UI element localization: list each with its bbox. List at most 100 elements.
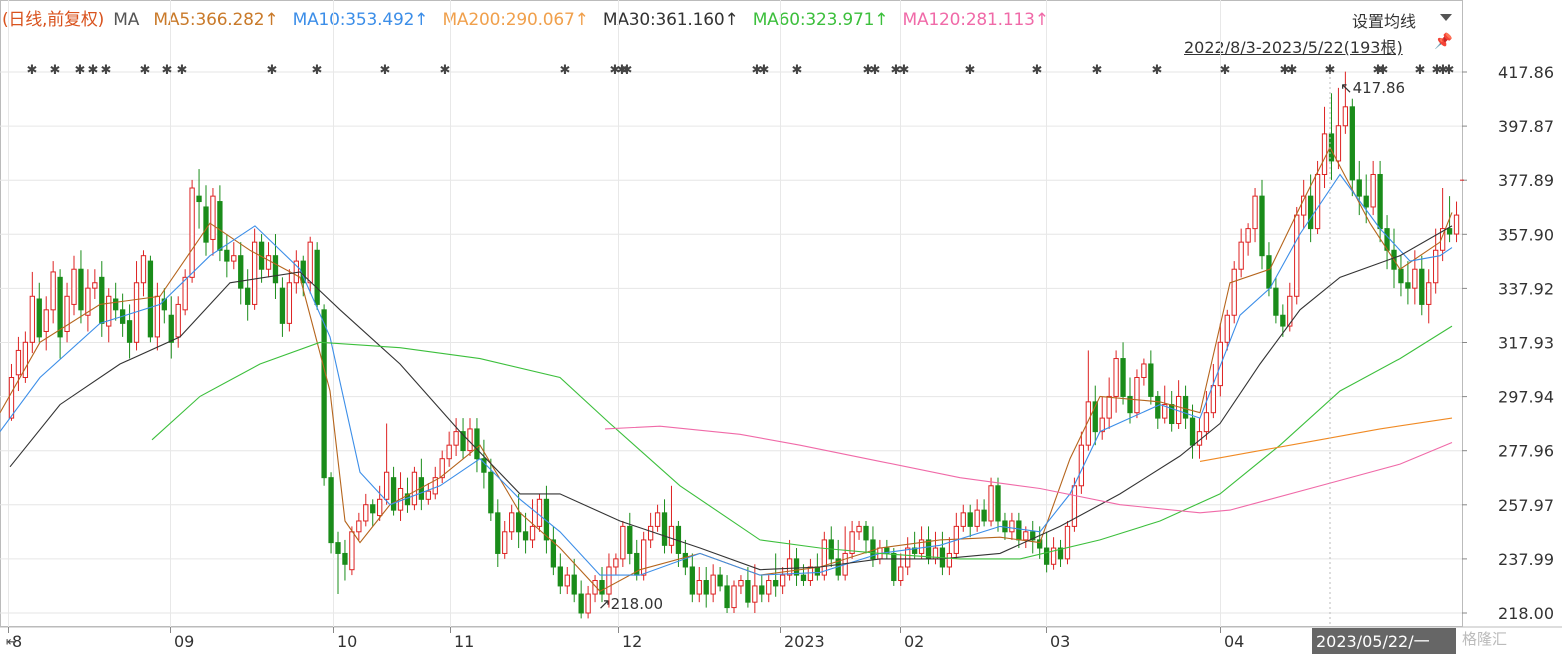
- candle: [363, 504, 369, 522]
- event-marker-icon: ✱: [1415, 63, 1426, 78]
- candle: [599, 580, 605, 595]
- candle: [1182, 395, 1189, 419]
- candle: [168, 314, 174, 343]
- event-marker-icon: ✱: [965, 63, 976, 78]
- y-tick-label: 297.94: [1498, 388, 1554, 407]
- candle: [613, 558, 619, 568]
- candle: [1363, 195, 1369, 208]
- candle: [495, 512, 501, 554]
- candle: [536, 498, 543, 527]
- y-tick-label: 218.00: [1498, 604, 1554, 623]
- candle: [682, 552, 689, 568]
- candle: [140, 255, 147, 284]
- candle: [154, 295, 161, 338]
- candle: [668, 525, 675, 546]
- candle: [1419, 268, 1425, 305]
- candle: [898, 566, 904, 582]
- candle: [960, 512, 966, 527]
- candle: [307, 241, 313, 284]
- candle: [22, 341, 29, 379]
- candle: [773, 580, 779, 587]
- candle: [245, 287, 251, 305]
- candle: [265, 255, 272, 270]
- candle: [981, 509, 987, 522]
- candle: [238, 255, 244, 289]
- candle: [1426, 282, 1432, 305]
- event-marker-icon: ✱: [27, 63, 38, 78]
- candle: [766, 580, 772, 595]
- candle: [390, 477, 397, 511]
- candle: [1405, 282, 1411, 289]
- candle: [522, 531, 529, 541]
- plot-frame: [0, 0, 1463, 627]
- candle: [210, 195, 216, 240]
- candle: [328, 477, 334, 544]
- candle: [1141, 363, 1147, 379]
- candle: [189, 187, 195, 278]
- candle: [793, 558, 800, 576]
- event-marker-icon: ✱: [1220, 63, 1231, 78]
- candle: [182, 276, 188, 311]
- candle: [411, 471, 418, 506]
- candle: [856, 525, 862, 533]
- x-tick-label: 10: [337, 632, 357, 651]
- event-marker-icon: ✱: [622, 63, 633, 78]
- candle: [203, 206, 209, 243]
- candle: [1453, 214, 1460, 235]
- event-marker-icon: ✱: [1152, 63, 1163, 78]
- event-marker-icon: ✱: [380, 63, 391, 78]
- y-tick-label: 317.93: [1498, 334, 1554, 353]
- event-marker-icon: ✱: [88, 63, 99, 78]
- candle: [8, 377, 15, 419]
- candle: [78, 268, 84, 311]
- candle: [967, 512, 973, 527]
- event-marker-icon: ✱: [101, 63, 112, 78]
- candle: [710, 574, 716, 595]
- y-tick-label: 377.89: [1498, 171, 1554, 190]
- candle: [286, 282, 293, 324]
- candle: [1266, 255, 1272, 289]
- candle: [606, 566, 612, 595]
- scroll-left-icon[interactable]: ⇤: [6, 635, 17, 650]
- candle: [1016, 520, 1022, 541]
- candle: [891, 552, 897, 582]
- candle: [71, 268, 77, 305]
- candle: [946, 552, 953, 568]
- candle: [126, 320, 133, 343]
- candle: [57, 276, 63, 338]
- candle: [988, 485, 994, 522]
- x-tick-label: 12: [622, 632, 642, 651]
- candle: [1189, 417, 1196, 446]
- candle: [620, 525, 626, 560]
- candle: [849, 531, 855, 554]
- candle: [92, 282, 98, 289]
- candle: [1106, 395, 1112, 419]
- candle: [335, 542, 341, 554]
- event-marker-icon: ✱: [1092, 63, 1103, 78]
- candle: [578, 593, 584, 614]
- event-marker-icon: ✱: [1032, 63, 1043, 78]
- candle: [1370, 173, 1376, 208]
- candle: [974, 509, 980, 527]
- candle: [1280, 314, 1286, 327]
- candle: [661, 512, 668, 546]
- candlestick-chart[interactable]: 417.86 397.87 377.89 357.90 337.92 317.93 297.…: [0, 0, 1562, 654]
- x-tick-label: 02: [904, 632, 924, 651]
- candle: [905, 547, 911, 568]
- cursor-date-label: 2023/05/22/一: [1316, 632, 1430, 651]
- event-marker-icon: ✱: [1325, 63, 1336, 78]
- candle: [571, 574, 577, 595]
- candle: [1349, 106, 1355, 181]
- y-tick-label: 417.86: [1498, 63, 1554, 82]
- candle: [717, 574, 723, 587]
- candle: [786, 558, 793, 576]
- event-marker-icon: ✱: [560, 63, 571, 78]
- candle: [1446, 228, 1453, 235]
- candle: [814, 566, 821, 576]
- candle: [43, 309, 49, 332]
- y-tick-label: 397.87: [1498, 117, 1554, 136]
- candle: [738, 580, 744, 587]
- candle: [314, 249, 320, 305]
- candle: [585, 593, 591, 614]
- candle: [800, 574, 807, 582]
